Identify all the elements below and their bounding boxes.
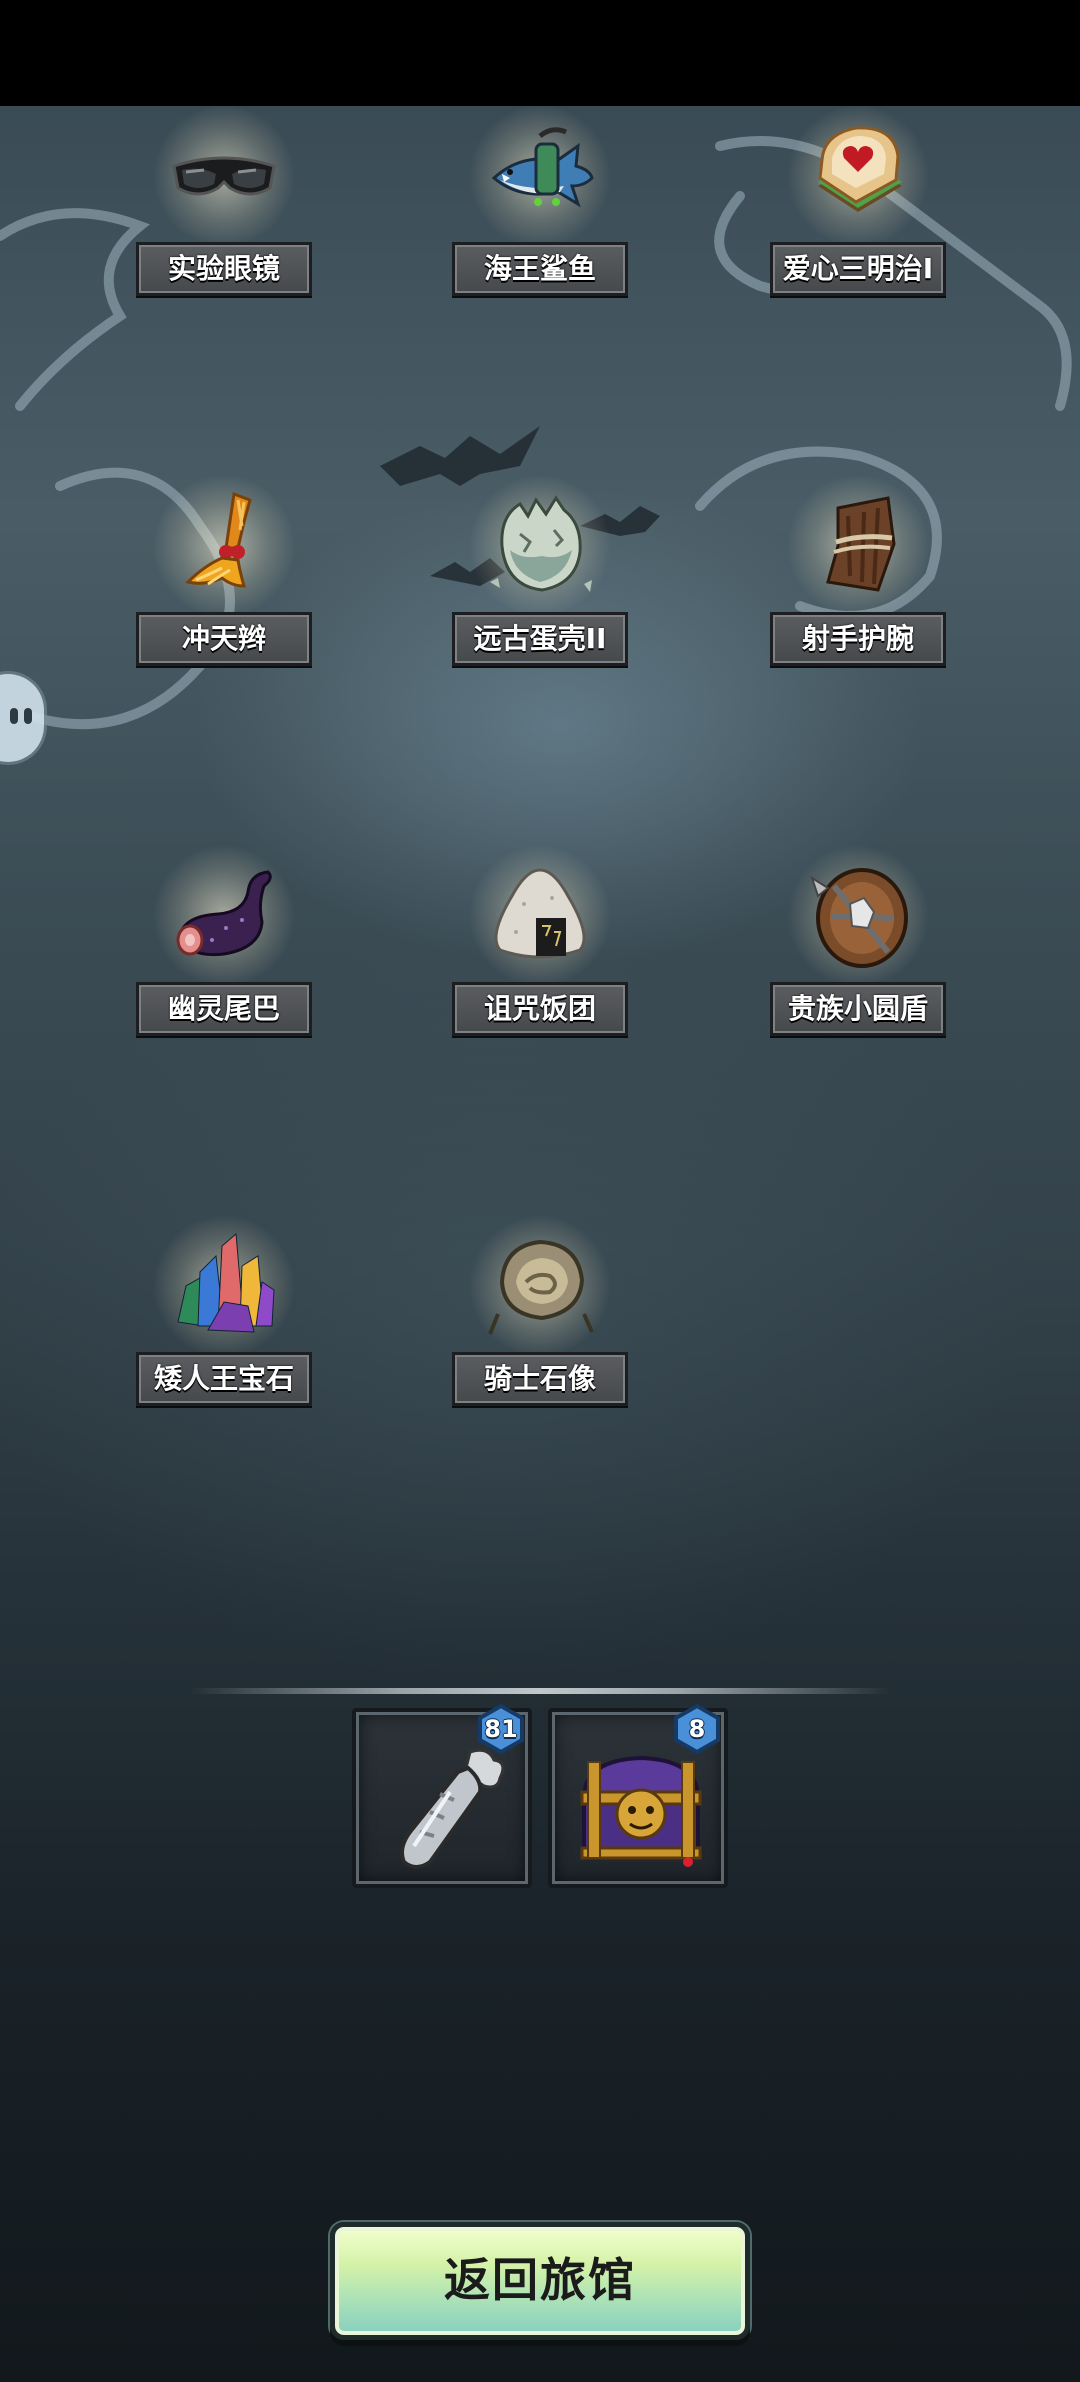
- item-sea-king-shark[interactable]: 海王鲨鱼: [452, 106, 628, 306]
- item-ancient-eggshell[interactable]: 远古蛋壳II: [452, 476, 628, 676]
- shield-icon: [810, 868, 908, 968]
- item-label: 冲天辫: [136, 612, 312, 666]
- sandwich-icon: [818, 126, 902, 212]
- count-value: 8: [688, 1715, 706, 1743]
- count-value: 81: [484, 1715, 518, 1743]
- braid-icon: [185, 491, 252, 588]
- item-heart-sandwich[interactable]: 爱心三明治I: [770, 106, 946, 306]
- item-label: 远古蛋壳II: [452, 612, 628, 666]
- count-badge: 8: [672, 1704, 722, 1754]
- shark-icon: [491, 127, 594, 208]
- item-knight-stone-statue[interactable]: 骑士石像: [452, 1216, 628, 1416]
- item-cursed-riceball[interactable]: 诅咒饭团: [452, 846, 628, 1046]
- inventory-slot-silver-carrot[interactable]: 81: [352, 1704, 532, 1888]
- item-archer-bracer[interactable]: 射手护腕: [770, 476, 946, 676]
- item-lab-goggles[interactable]: 实验眼镜: [136, 106, 312, 306]
- item-ghost-tail[interactable]: 幽灵尾巴: [136, 846, 312, 1046]
- item-label: 实验眼镜: [136, 242, 312, 296]
- tail-icon: [176, 870, 272, 957]
- goggles-icon: [172, 156, 276, 196]
- inventory-slot-treasure-chest[interactable]: 8: [548, 1704, 728, 1888]
- eggshell-icon: [490, 495, 592, 592]
- status-bar: [0, 0, 1080, 106]
- floating-assist-button[interactable]: [0, 674, 44, 762]
- back-to-inn-button[interactable]: 返回旅馆: [330, 2222, 750, 2340]
- item-sky-braid[interactable]: 冲天辫: [136, 476, 312, 676]
- bracer-icon: [826, 496, 896, 592]
- gems-icon: [177, 1232, 275, 1333]
- item-label: 诅咒饭团: [452, 982, 628, 1036]
- item-label: 海王鲨鱼: [452, 242, 628, 296]
- count-badge: 81: [476, 1704, 526, 1754]
- divider: [190, 1688, 890, 1694]
- item-label: 骑士石像: [452, 1352, 628, 1406]
- stone-statue-icon: [488, 1239, 594, 1335]
- treasure-chest-icon: [580, 1755, 702, 1867]
- item-noble-buckler[interactable]: 贵族小圆盾: [770, 846, 946, 1046]
- riceball-icon: [494, 868, 586, 959]
- back-to-inn-label: 返回旅馆: [444, 2253, 636, 2307]
- item-dwarf-king-gems[interactable]: 矮人王宝石: [136, 1216, 312, 1416]
- silver-carrot-icon: [400, 1748, 505, 1869]
- game-screen: 实验眼镜 海王鲨鱼 爱心三明治I 冲天辫 远古蛋壳II 射手护腕 幽灵尾巴 诅咒…: [0, 0, 1080, 2382]
- item-label: 幽灵尾巴: [136, 982, 312, 1036]
- item-label: 矮人王宝石: [136, 1352, 312, 1406]
- item-label: 爱心三明治I: [770, 242, 946, 296]
- item-label: 贵族小圆盾: [770, 982, 946, 1036]
- background-scene: 实验眼镜 海王鲨鱼 爱心三明治I 冲天辫 远古蛋壳II 射手护腕 幽灵尾巴 诅咒…: [0, 106, 1080, 2382]
- item-label: 射手护腕: [770, 612, 946, 666]
